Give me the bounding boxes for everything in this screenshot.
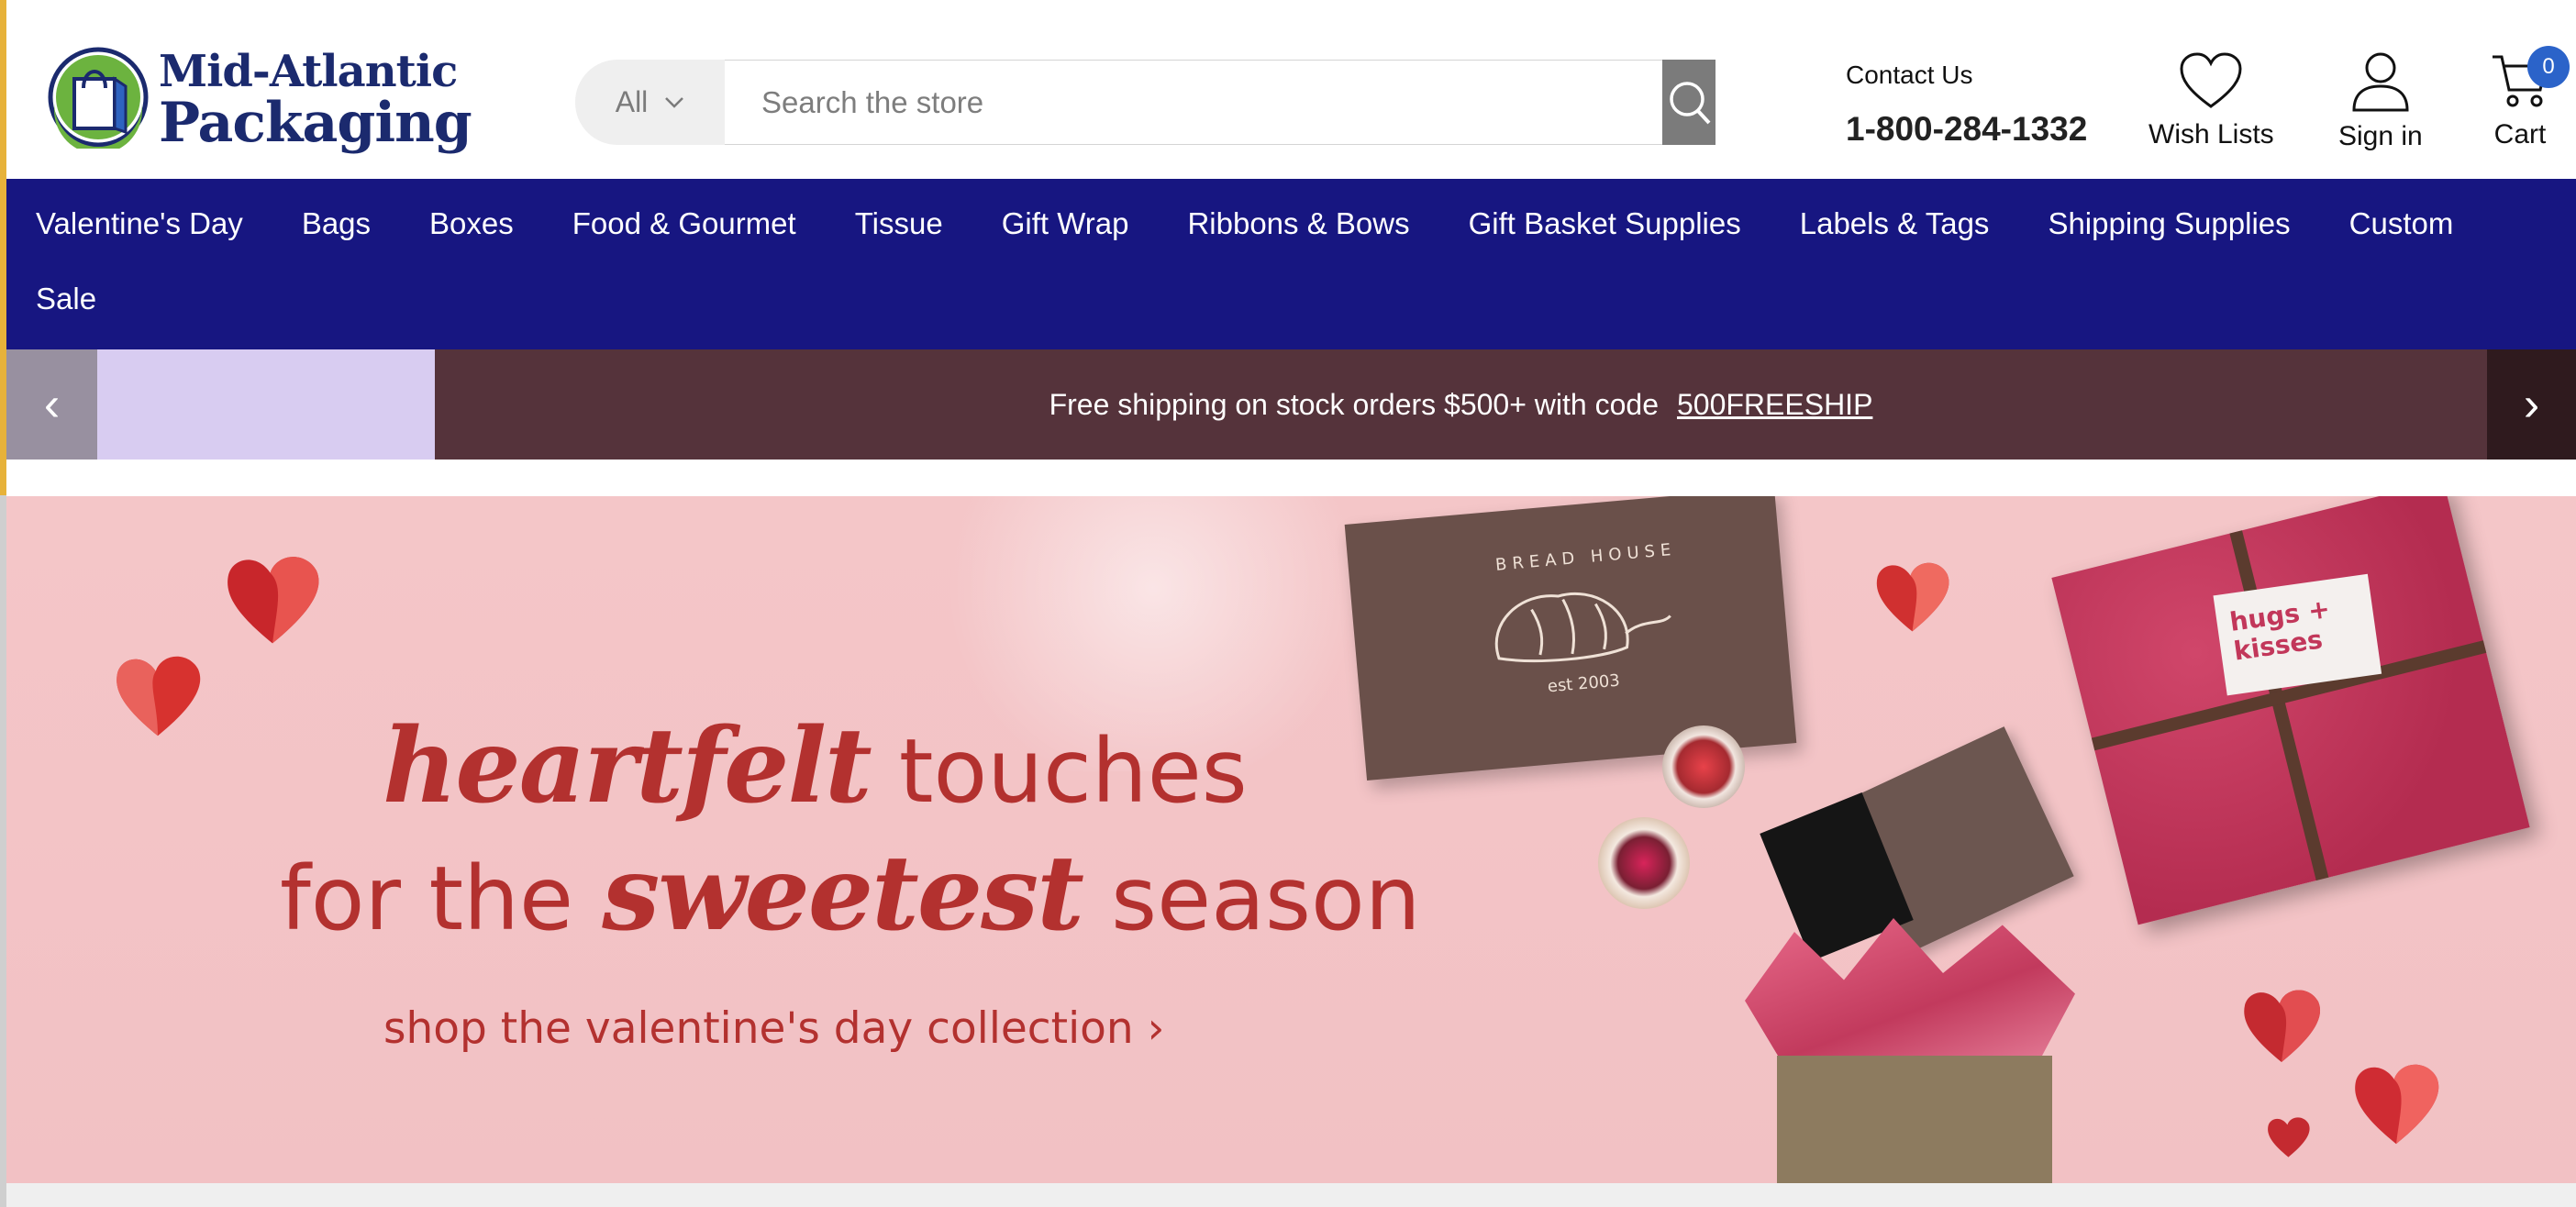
promo-prev-button[interactable]: ‹ — [6, 349, 97, 460]
site-header: Mid-Atlantic Packaging All Contact Us 1-… — [6, 0, 2576, 179]
paper-heart-icon — [228, 557, 319, 644]
heart-icon — [2180, 52, 2242, 108]
promo-previous-slide-preview — [97, 349, 435, 460]
paper-heart-icon — [2355, 1064, 2439, 1145]
wishlist-button[interactable]: Wish Lists — [2149, 51, 2274, 150]
hero-headline: heartfelt touches for the sweetest seaso… — [280, 705, 1421, 960]
main-navigation: Valentine's Day Bags Boxes Food & Gourme… — [6, 179, 2576, 349]
brand-name-line1: Mid-Atlantic — [159, 46, 458, 97]
brand-name: Mid-Atlantic Packaging — [159, 46, 472, 155]
hero-script-word-2: sweetest — [602, 834, 1084, 954]
hero-plain-words-2a: for the — [280, 847, 574, 950]
window-edge-lower — [0, 495, 6, 1207]
nav-item-gift-wrap[interactable]: Gift Wrap — [1002, 206, 1129, 241]
cart-count-badge: 0 — [2527, 46, 2570, 88]
search-button[interactable] — [1662, 60, 1715, 145]
search-icon — [1670, 81, 1711, 124]
nav-item-labels-tags[interactable]: Labels & Tags — [1800, 206, 1990, 241]
nav-item-shipping-supplies[interactable]: Shipping Supplies — [2048, 206, 2290, 241]
hero-plain-word-2b: season — [1111, 847, 1421, 950]
wishlist-label: Wish Lists — [2149, 119, 2274, 149]
gift-tag: hugs + kisses — [2213, 573, 2382, 696]
kraft-gift-bag-image — [1777, 1056, 2052, 1183]
search-bar: All — [575, 60, 1715, 145]
promo-next-button[interactable]: › — [2487, 349, 2576, 460]
hero-headline-line1: heartfelt touches — [383, 705, 1421, 833]
search-input[interactable] — [725, 60, 1662, 145]
chevron-down-icon — [665, 96, 684, 108]
signin-label: Sign in — [2338, 121, 2423, 151]
spacer — [6, 460, 2576, 496]
hero-shop-link[interactable]: shop the valentine's day collection › — [383, 1003, 1164, 1054]
shopping-bag-logo-icon — [48, 47, 149, 149]
paper-heart-icon — [2268, 1117, 2310, 1157]
paper-heart-icon — [1876, 562, 1949, 632]
search-scope-label: All — [615, 85, 649, 118]
nav-item-ribbons-bows[interactable]: Ribbons & Bows — [1187, 206, 1409, 241]
promo-carousel: ‹ Free shipping on stock orders $500+ wi… — [6, 349, 2576, 460]
nav-row-1: Valentine's Day Bags Boxes Food & Gourme… — [36, 186, 2576, 261]
heart-wrapped-gift-image: hugs + kisses — [2051, 496, 2530, 925]
nav-item-tissue[interactable]: Tissue — [855, 206, 943, 241]
paper-heart-icon — [117, 656, 201, 736]
pink-tissue-image — [1745, 918, 2075, 1056]
nav-row-2: Sale — [36, 261, 2576, 337]
cart-button[interactable]: Cart 0 — [2491, 46, 2570, 150]
promo-code-link[interactable]: 500FREESHIP — [1677, 388, 1872, 422]
signin-button[interactable]: Sign in — [2338, 51, 2423, 152]
search-scope-dropdown[interactable]: All — [575, 60, 725, 145]
nav-item-food-gourmet[interactable]: Food & Gourmet — [572, 206, 796, 241]
promo-message: Free shipping on stock orders $500+ with… — [435, 349, 2487, 460]
window-edge — [0, 0, 6, 495]
nav-item-gift-basket-supplies[interactable]: Gift Basket Supplies — [1469, 206, 1741, 241]
hero-headline-line2: for the sweetest season — [280, 833, 1421, 960]
hero-script-word-1: heartfelt — [383, 706, 872, 826]
user-icon — [2352, 52, 2409, 112]
phone-number[interactable]: 1-800-284-1332 — [1846, 110, 2087, 149]
page-content-edge — [6, 1183, 2576, 1207]
paper-heart-icon — [2244, 990, 2321, 1062]
nav-item-valentines-day[interactable]: Valentine's Day — [36, 206, 243, 241]
hero-banner[interactable]: BREAD HOUSE est 2003 hugs + kisses heart… — [6, 496, 2576, 1183]
brand-logo[interactable]: Mid-Atlantic Packaging — [47, 46, 472, 155]
contact-block: Contact Us 1-800-284-1332 — [1846, 61, 2087, 149]
nav-item-boxes[interactable]: Boxes — [429, 206, 514, 241]
chocolate-treat-image — [1662, 725, 1745, 808]
cart-label: Cart — [2493, 119, 2547, 149]
contact-us-link[interactable]: Contact Us — [1846, 61, 2087, 90]
promo-text: Free shipping on stock orders $500+ with… — [1049, 387, 1659, 421]
nav-item-bags[interactable]: Bags — [302, 206, 371, 241]
brand-name-line2: Packaging — [159, 91, 472, 155]
hero-plain-word-1: touches — [898, 720, 1248, 823]
nav-item-custom[interactable]: Custom — [2349, 206, 2454, 241]
chocolate-treat-image — [1598, 817, 1690, 909]
nav-item-sale[interactable]: Sale — [36, 282, 96, 316]
